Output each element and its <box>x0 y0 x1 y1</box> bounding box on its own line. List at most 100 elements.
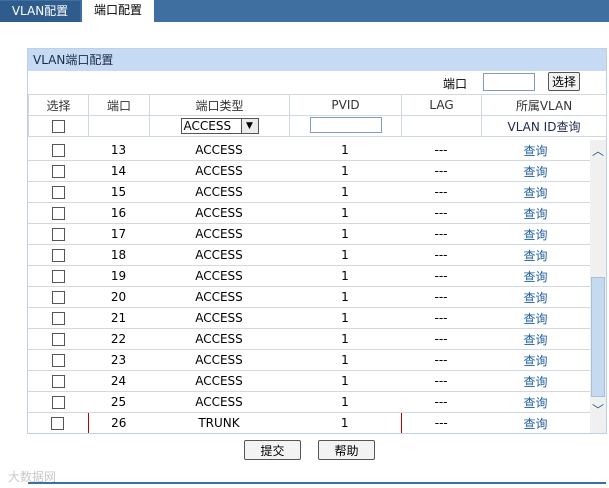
row-vlan-cell: 查询 <box>481 412 590 433</box>
filter-port-cell <box>88 115 150 137</box>
scroll-up-icon[interactable]: ︿ <box>590 140 606 162</box>
row-select-cell <box>28 412 88 433</box>
tab-vlan-config[interactable]: VLAN配置 <box>0 1 80 22</box>
row-vlan-cell: 查询 <box>481 370 590 392</box>
row-select-cell <box>28 160 88 182</box>
row-checkbox[interactable] <box>51 228 65 241</box>
row-vlan-query-link[interactable]: 查询 <box>523 165 547 179</box>
filter-lag-cell <box>401 115 482 137</box>
bottom-divider <box>28 482 606 484</box>
row-checkbox[interactable] <box>51 354 65 367</box>
row-lag: --- <box>401 181 481 203</box>
port-list-scroll-area[interactable]: 13 ACCESS 1 --- 查询 14 ACCESS 1 --- 查询 15 ACCESS 1 ---… <box>28 140 590 433</box>
table-row: 24 ACCESS 1 --- 查询 <box>28 370 590 392</box>
port-search-label: 端口 <box>443 77 468 91</box>
row-vlan-cell: 查询 <box>481 223 590 245</box>
row-lag: --- <box>401 349 481 371</box>
row-port: 17 <box>88 223 149 245</box>
col-header-port-type: 端口类型 <box>149 94 290 116</box>
row-vlan-cell: 查询 <box>481 140 590 161</box>
row-vlan-query-link[interactable]: 查询 <box>523 333 547 347</box>
row-checkbox[interactable] <box>51 333 65 346</box>
vertical-scrollbar[interactable]: ︿ ﹀ <box>590 140 606 433</box>
row-port-type: ACCESS <box>149 140 289 161</box>
row-checkbox[interactable] <box>51 417 65 430</box>
scroll-down-icon[interactable]: ﹀ <box>590 399 606 421</box>
row-vlan-query-link[interactable]: 查询 <box>523 291 547 305</box>
row-checkbox[interactable] <box>51 270 65 283</box>
submit-button[interactable]: 提交 <box>244 440 301 460</box>
row-port-type: ACCESS <box>149 244 289 266</box>
row-port: 20 <box>88 286 149 308</box>
tab-port-config[interactable]: 端口配置 <box>82 0 154 22</box>
port-search-input[interactable] <box>483 73 535 91</box>
row-select-cell <box>28 391 88 413</box>
row-vlan-query-link[interactable]: 查询 <box>523 186 547 200</box>
row-checkbox[interactable] <box>51 207 65 220</box>
row-vlan-query-link[interactable]: 查询 <box>523 249 547 263</box>
row-port: 23 <box>88 349 149 371</box>
row-pvid: 1 <box>289 160 401 182</box>
row-vlan-query-link[interactable]: 查询 <box>523 228 547 242</box>
select-button[interactable]: 选择 <box>548 72 580 91</box>
row-vlan-query-link[interactable]: 查询 <box>523 312 547 326</box>
row-lag: --- <box>401 391 481 413</box>
row-select-cell <box>28 286 88 308</box>
row-port-type: ACCESS <box>149 391 289 413</box>
row-port-type: ACCESS <box>149 370 289 392</box>
help-button[interactable]: 帮助 <box>318 440 375 460</box>
row-pvid: 1 <box>289 349 401 371</box>
table-row: 17 ACCESS 1 --- 查询 <box>28 223 590 245</box>
row-pvid: 1 <box>289 140 401 161</box>
select-all-checkbox[interactable] <box>52 120 65 133</box>
row-pvid: 1 <box>289 412 402 433</box>
vlan-port-config-panel: VLAN端口配置 端口 选择 选择 端口 端口类型 PVID LAG 所属VLA… <box>27 48 607 434</box>
row-checkbox[interactable] <box>51 165 65 178</box>
row-vlan-query-link[interactable]: 查询 <box>523 207 547 221</box>
row-lag: --- <box>401 140 481 161</box>
row-select-cell <box>28 140 88 161</box>
row-vlan-query-link[interactable]: 查询 <box>523 144 547 158</box>
row-checkbox[interactable] <box>51 396 65 409</box>
row-vlan-query-link[interactable]: 查询 <box>523 354 547 368</box>
port-type-select[interactable]: ACCESS ▼ <box>180 118 259 134</box>
filter-vlan-cell: VLAN ID查询 <box>481 115 607 137</box>
row-lag: --- <box>401 223 481 245</box>
row-checkbox[interactable] <box>51 291 65 304</box>
row-checkbox[interactable] <box>51 249 65 262</box>
row-vlan-cell: 查询 <box>481 307 590 329</box>
port-table-header: 选择 端口 端口类型 PVID LAG 所属VLAN ACCESS ▼ VLAN… <box>28 94 607 137</box>
row-checkbox[interactable] <box>51 312 65 325</box>
row-port: 25 <box>88 391 149 413</box>
row-lag: --- <box>401 412 481 433</box>
row-checkbox[interactable] <box>51 186 65 199</box>
row-port: 24 <box>88 370 149 392</box>
pvid-input[interactable] <box>309 116 382 133</box>
table-row: 20 ACCESS 1 --- 查询 <box>28 286 590 308</box>
row-port: 22 <box>88 328 149 350</box>
row-vlan-query-link[interactable]: 查询 <box>523 375 547 389</box>
row-port-type: ACCESS <box>149 349 289 371</box>
col-header-select: 选择 <box>28 94 89 116</box>
row-select-cell <box>28 265 88 287</box>
table-row: 26 TRUNK 1 --- 查询 <box>28 412 590 433</box>
row-pvid: 1 <box>289 391 401 413</box>
row-checkbox[interactable] <box>51 144 65 157</box>
row-vlan-query-link[interactable]: 查询 <box>523 417 547 431</box>
row-port-type: ACCESS <box>149 223 289 245</box>
row-port-type: ACCESS <box>149 181 289 203</box>
row-vlan-query-link[interactable]: 查询 <box>523 270 547 284</box>
row-checkbox[interactable] <box>51 375 65 388</box>
header-row: 选择 端口 端口类型 PVID LAG 所属VLAN <box>28 94 607 116</box>
row-vlan-cell: 查询 <box>481 202 590 224</box>
port-search-bar: 端口 选择 <box>28 72 606 94</box>
scrollbar-thumb[interactable] <box>591 277 605 397</box>
vlan-id-query-link[interactable]: VLAN ID查询 <box>508 120 581 134</box>
filter-type-cell: ACCESS ▼ <box>149 115 290 137</box>
row-pvid: 1 <box>289 223 401 245</box>
col-header-vlan: 所属VLAN <box>481 94 607 116</box>
row-port: 16 <box>88 202 149 224</box>
row-vlan-query-link[interactable]: 查询 <box>523 396 547 410</box>
table-row: 14 ACCESS 1 --- 查询 <box>28 160 590 182</box>
row-select-cell <box>28 202 88 224</box>
